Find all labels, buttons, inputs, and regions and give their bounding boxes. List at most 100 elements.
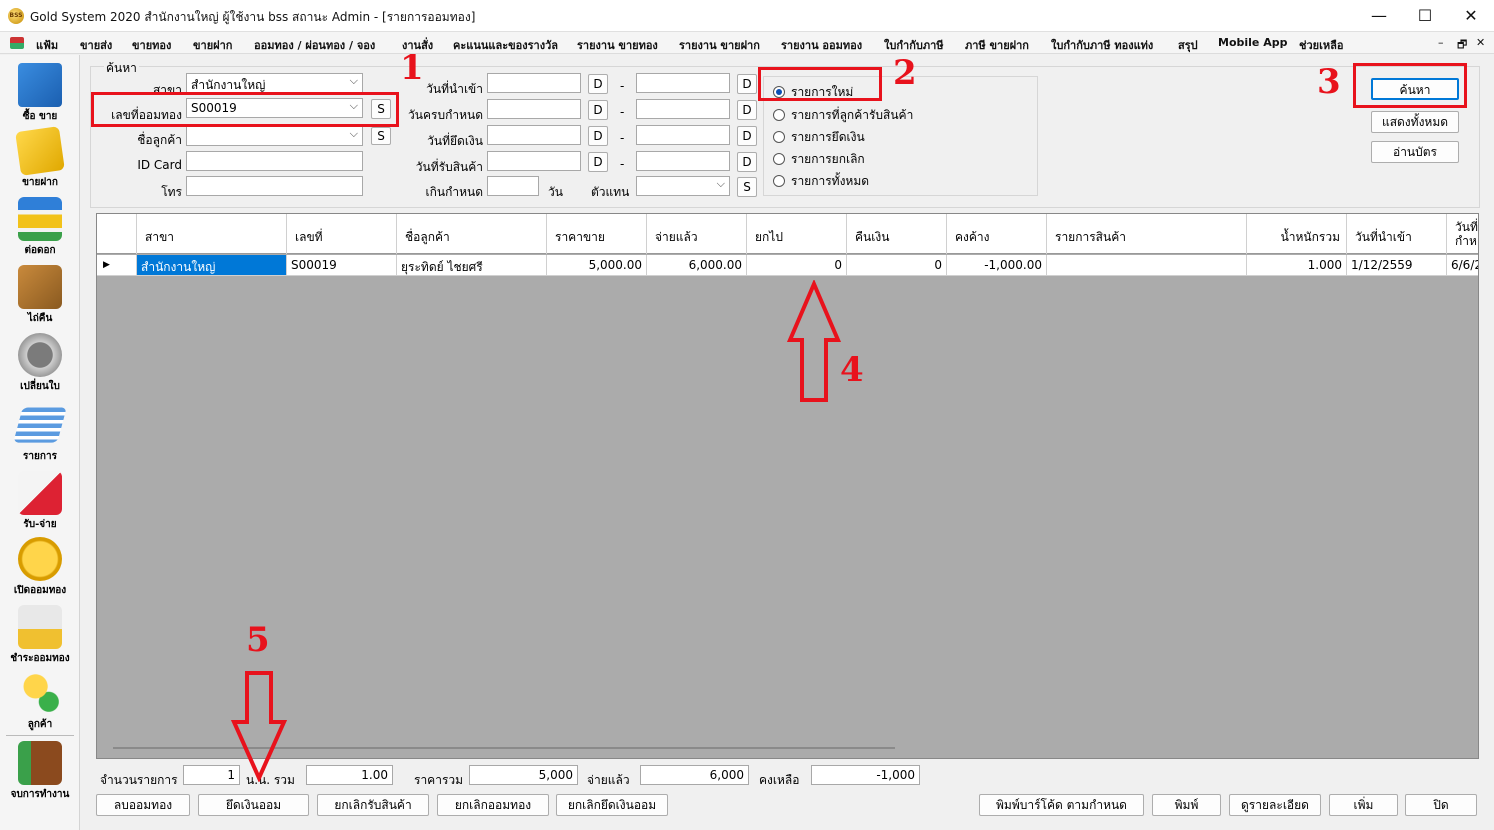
maximize-button[interactable]: ☐ [1402, 0, 1448, 32]
menu-points[interactable]: คะแนนและของรางวัล [453, 36, 558, 54]
mdi-restore-button[interactable]: 🗗 [1457, 36, 1467, 55]
col-branch[interactable]: สาขา [137, 214, 287, 254]
delete-savings-button[interactable]: ลบออมทอง [96, 794, 190, 816]
mdi-close-button[interactable]: ✕ [1476, 36, 1485, 49]
menu-report-pawn[interactable]: รายงาน ขายฝาก [679, 36, 760, 54]
col-carried[interactable]: ยกไป [747, 214, 847, 254]
menu-pawn[interactable]: ขายฝาก [193, 36, 232, 54]
radio-received[interactable]: รายการที่ลูกค้ารับสินค้า [773, 106, 913, 125]
menu-file[interactable]: แฟ้ม [36, 36, 58, 54]
date-due-to-input[interactable] [636, 99, 730, 119]
toolbar-redeem[interactable]: ไถ่คืน [4, 265, 76, 326]
show-all-button[interactable]: แสดงทั้งหมด [1371, 111, 1459, 133]
col-date-due[interactable]: วันที่ กำห [1447, 214, 1478, 254]
table-row[interactable]: ▶ สำนักงานใหญ่ S00019 ยุระทิดย์ ไชยศรี 5… [97, 255, 1478, 276]
mdi-minimize-button[interactable]: – [1438, 36, 1444, 49]
cancel-seize-button[interactable]: ยกเลิกยึดเงินออม [556, 794, 668, 816]
date-seize-from-input[interactable] [487, 125, 581, 145]
cell-carried[interactable]: 0 [747, 255, 847, 276]
menu-tax-invoice[interactable]: ใบกำกับภาษี [884, 36, 944, 54]
savings-icon [18, 605, 62, 649]
date-receive-from-d-button[interactable]: D [588, 152, 608, 172]
overdue-days-input[interactable] [487, 176, 539, 196]
agent-select[interactable] [636, 176, 730, 196]
col-refund[interactable]: คืนเงิน [847, 214, 947, 254]
cell-price[interactable]: 5,000.00 [547, 255, 647, 276]
menu-sell-gold[interactable]: ขายทอง [132, 36, 171, 54]
close-button[interactable]: ปิด [1405, 794, 1477, 816]
cell-branch[interactable]: สำนักงานใหญ่ [137, 255, 287, 276]
col-items[interactable]: รายการสินค้า [1047, 214, 1247, 254]
col-customer[interactable]: ชื่อลูกค้า [397, 214, 547, 254]
agent-s-button[interactable]: S [737, 177, 757, 197]
toolbar-receive-pay[interactable]: รับ-จ่าย [4, 471, 76, 532]
cell-customer[interactable]: ยุระทิดย์ ไชยศรี [397, 255, 547, 276]
menu-tax-pawn[interactable]: ภาษี ขายฝาก [965, 36, 1029, 54]
cell-date-due[interactable]: 6/6/2 [1447, 255, 1478, 276]
col-price[interactable]: ราคาขาย [547, 214, 647, 254]
cell-refund[interactable]: 0 [847, 255, 947, 276]
toolbar-renew[interactable]: ต่อดอก [4, 197, 76, 258]
idcard-input[interactable] [186, 151, 363, 171]
menu-help[interactable]: ช่วยเหลือ [1299, 36, 1343, 54]
menu-mobile-app[interactable]: Mobile App [1218, 36, 1287, 49]
radio-seized[interactable]: รายการยึดเงิน [773, 128, 865, 147]
cancel-savings-button[interactable]: ยกเลิกออมทอง [437, 794, 549, 816]
cell-outstanding[interactable]: -1,000.00 [947, 255, 1047, 276]
menu-savings[interactable]: ออมทอง / ผ่อนทอง / จอง [254, 36, 375, 54]
col-no[interactable]: เลขที่ [287, 214, 397, 254]
date-receive-to-input[interactable] [636, 151, 730, 171]
menu-tax-bar[interactable]: ใบกำกับภาษี ทองแท่ง [1051, 36, 1153, 54]
col-date-in[interactable]: วันที่นำเข้า [1347, 214, 1447, 254]
toolbar-customer[interactable]: ลูกค้า [4, 671, 76, 732]
read-card-button[interactable]: อ่านบัตร [1371, 141, 1459, 163]
toolbar-exit[interactable]: จบการทำงาน [4, 741, 76, 802]
toolbar-pawn-label: ขายฝาก [22, 177, 58, 188]
branch-select[interactable]: สำนักงานใหญ่ [186, 73, 363, 93]
print-barcode-button[interactable]: พิมพ์บาร์โค้ด ตามกำหนด [979, 794, 1144, 816]
details-button[interactable]: ดูรายละเอียด [1229, 794, 1321, 816]
cell-weight[interactable]: 1.000 [1247, 255, 1347, 276]
date-seize-to-d-button[interactable]: D [737, 126, 757, 146]
customer-s-button[interactable]: S [371, 127, 391, 145]
print-button[interactable]: พิมพ์ [1152, 794, 1221, 816]
date-receive-from-input[interactable] [487, 151, 581, 171]
toolbar-list[interactable]: รายการ [4, 403, 76, 464]
date-receive-to-d-button[interactable]: D [737, 152, 757, 172]
add-button[interactable]: เพิ่ม [1329, 794, 1398, 816]
date-seize-from-d-button[interactable]: D [588, 126, 608, 146]
date-in-from-input[interactable] [487, 73, 581, 93]
minimize-button[interactable]: — [1356, 0, 1402, 32]
toolbar-change[interactable]: เปลี่ยนใบ [4, 333, 76, 394]
menu-summary[interactable]: สรุป [1178, 36, 1198, 54]
date-due-to-d-button[interactable]: D [737, 100, 757, 120]
toolbar-pawn[interactable]: ขายฝาก [4, 126, 76, 190]
cancel-receive-button[interactable]: ยกเลิกรับสินค้า [317, 794, 429, 816]
radio-cancelled[interactable]: รายการยกเลิก [773, 150, 865, 169]
cell-items[interactable] [1047, 255, 1247, 276]
cell-date-in[interactable]: 1/12/2559 [1347, 255, 1447, 276]
phone-input[interactable] [186, 176, 363, 196]
toolbar-open-savings[interactable]: เปิดออมทอง [4, 537, 76, 598]
date-due-from-d-button[interactable]: D [588, 100, 608, 120]
date-seize-to-input[interactable] [636, 125, 730, 145]
close-window-button[interactable]: ✕ [1448, 0, 1494, 32]
customer-select[interactable] [186, 126, 363, 146]
toolbar-renew-label: ต่อดอก [24, 245, 56, 256]
col-weight[interactable]: น้ำหนักรวม [1247, 214, 1347, 254]
toolbar-pay-savings[interactable]: ชำระออมทอง [4, 605, 76, 666]
date-in-to-d-button[interactable]: D [737, 74, 757, 94]
radio-all[interactable]: รายการทั้งหมด [773, 172, 869, 191]
date-due-from-input[interactable] [487, 99, 581, 119]
date-in-to-input[interactable] [636, 73, 730, 93]
cell-paid[interactable]: 6,000.00 [647, 255, 747, 276]
cell-no[interactable]: S00019 [287, 255, 397, 276]
menu-report-sell[interactable]: รายงาน ขายทอง [577, 36, 658, 54]
date-in-from-d-button[interactable]: D [588, 74, 608, 94]
menu-report-savings[interactable]: รายงาน ออมทอง [781, 36, 862, 54]
col-outstanding[interactable]: คงค้าง [947, 214, 1047, 254]
toolbar-buy-sell[interactable]: ซื้อ ขาย [4, 63, 76, 124]
col-paid[interactable]: จ่ายแล้ว [647, 214, 747, 254]
seize-savings-button[interactable]: ยึดเงินออม [198, 794, 309, 816]
menu-wholesale[interactable]: ขายส่ง [80, 36, 112, 54]
